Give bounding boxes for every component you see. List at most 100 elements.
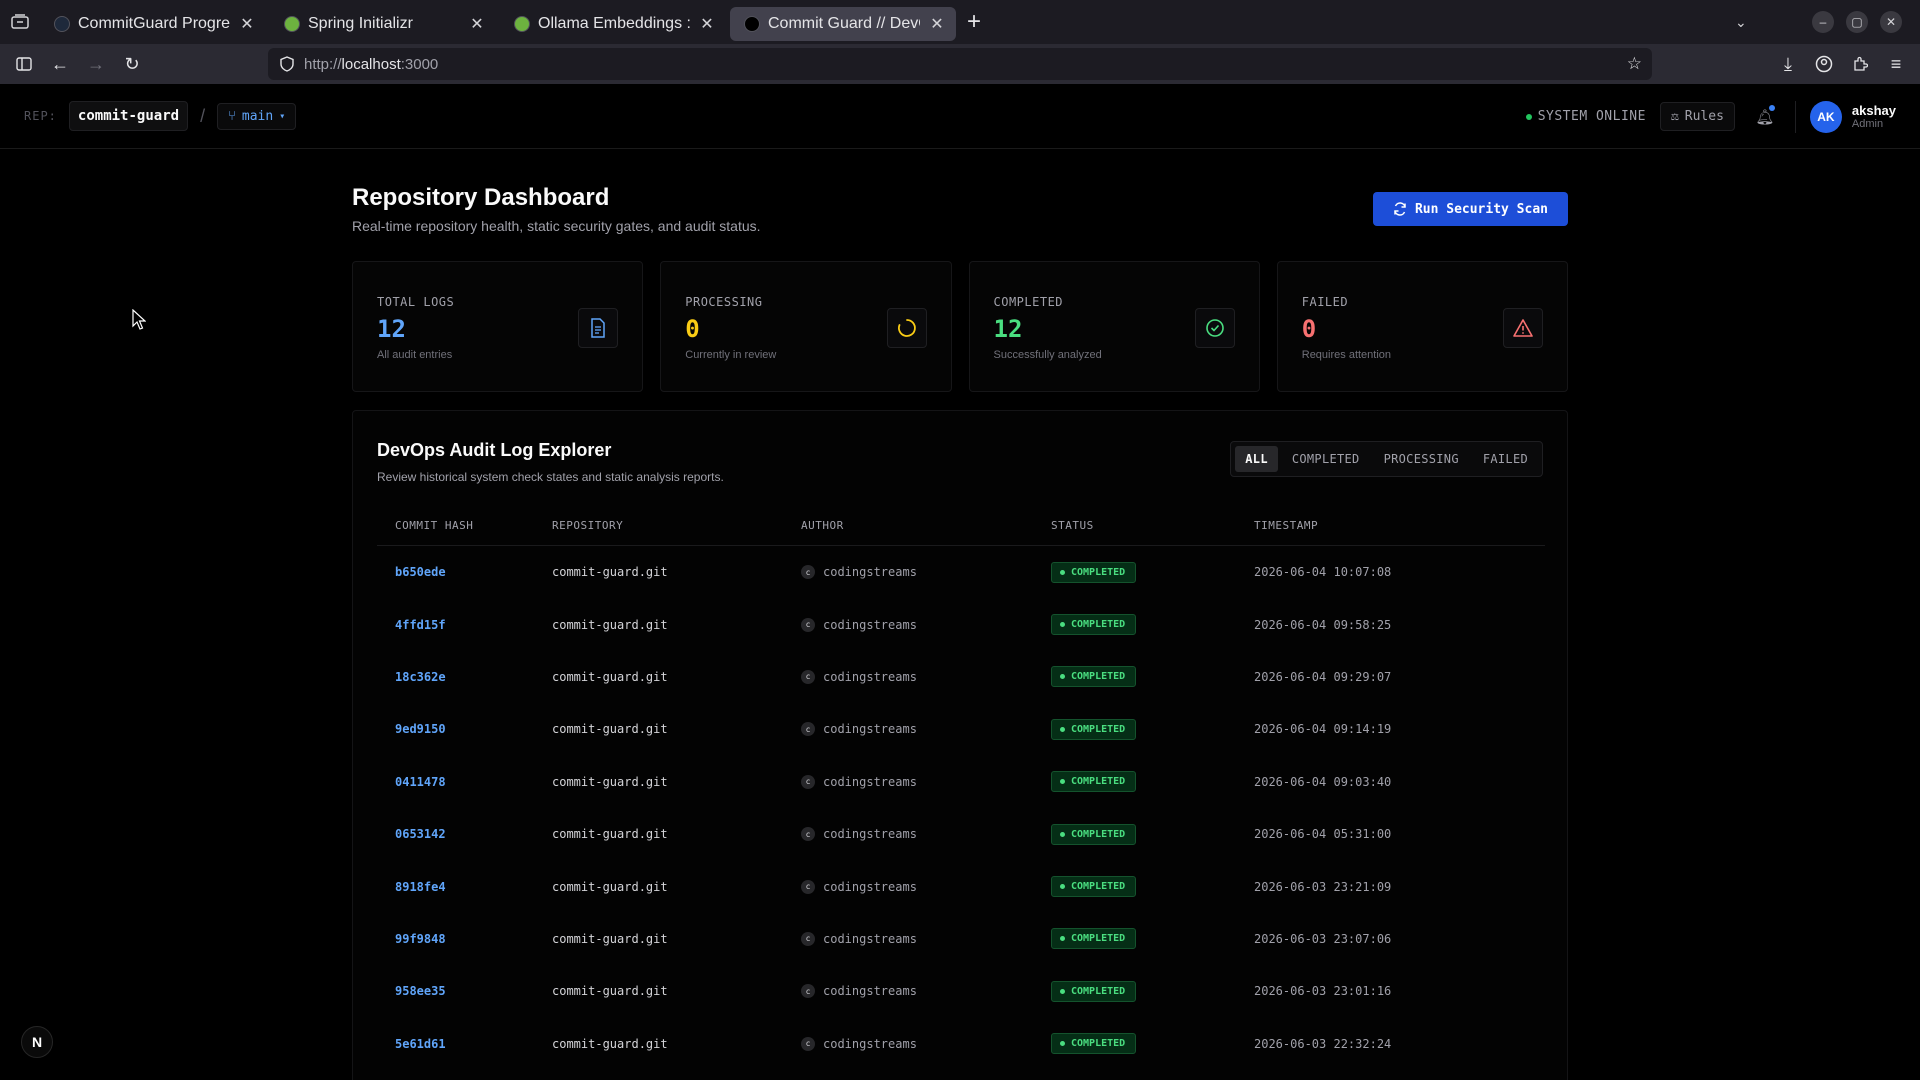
maximize-button[interactable]: ▢ — [1846, 11, 1868, 33]
table-row[interactable]: 18c362e commit-guard.git c codingstreams … — [377, 651, 1545, 703]
commit-hash-link[interactable]: 9ed9150 — [395, 722, 446, 736]
author-name: codingstreams — [823, 984, 917, 999]
commit-hash-link[interactable]: 99f9848 — [395, 932, 446, 946]
status-dot-icon — [1060, 569, 1065, 575]
status-dot-icon — [1060, 936, 1065, 942]
commit-hash-link[interactable]: 5e61d61 — [395, 1037, 446, 1051]
status-dot-icon — [1060, 884, 1065, 890]
stat-label: COMPLETED — [993, 295, 1064, 309]
close-window-button[interactable]: ✕ — [1880, 11, 1902, 33]
bookmark-star-icon[interactable]: ☆ — [1627, 54, 1642, 74]
tab-title: Commit Guard // DevOps — [768, 15, 920, 32]
status-dot-icon — [1060, 988, 1065, 994]
author-cell: c codingstreams — [801, 827, 1051, 842]
table-row[interactable]: 0411478 commit-guard.git c codingstreams … — [377, 756, 1545, 808]
tab-overflow-chevron-icon[interactable]: ⌄ — [1735, 14, 1747, 31]
author-name: codingstreams — [823, 774, 917, 789]
author-cell: c codingstreams — [801, 984, 1051, 999]
sidebar-toggle-icon[interactable] — [6, 46, 42, 82]
tab-close-icon[interactable]: ✕ — [468, 14, 486, 34]
author-cell: c codingstreams — [801, 931, 1051, 946]
url-bar[interactable]: http://localhost:3000 ☆ — [268, 48, 1652, 80]
spinner-icon — [886, 308, 927, 348]
reload-icon[interactable]: ↻ — [114, 46, 150, 82]
commit-hash-link[interactable]: 0653142 — [395, 827, 446, 841]
filter-tab-failed[interactable]: FAILED — [1473, 446, 1538, 472]
app-root: REP: commit-guard / ⑂ main ▾ SYSTEM ONLI… — [0, 84, 1920, 1080]
status-badge: COMPLETED — [1051, 771, 1137, 793]
stat-card-failed: FAILED 0 Requires attention — [1276, 261, 1568, 392]
commit-hash-link[interactable]: b650ede — [395, 565, 446, 579]
timestamp-cell: 2026-06-04 05:31:00 — [1254, 827, 1392, 842]
tab-list-icon[interactable] — [0, 0, 40, 44]
status-badge: COMPLETED — [1051, 980, 1137, 1002]
tab-close-icon[interactable]: ✕ — [238, 14, 256, 34]
commit-hash-link[interactable]: 8918fe4 — [395, 880, 446, 894]
tab-close-icon[interactable]: ✕ — [928, 14, 946, 34]
table-row[interactable]: 9ed9150 commit-guard.git c codingstreams … — [377, 703, 1545, 755]
tab-title: CommitGuard Progress Track — [78, 15, 230, 32]
repository-cell: commit-guard.git — [552, 774, 668, 789]
dev-tools-badge[interactable]: N — [21, 1026, 53, 1058]
tab-close-icon[interactable]: ✕ — [698, 14, 716, 34]
commit-hash-link[interactable]: 0411478 — [395, 775, 446, 789]
commit-hash-link[interactable]: 18c362e — [395, 670, 446, 684]
notifications-bell-icon[interactable]: 🔔︎ — [1749, 101, 1781, 133]
site-info-shield-icon[interactable] — [280, 56, 294, 72]
commit-hash-link[interactable]: 4ffd15f — [395, 618, 446, 632]
commit-hash-link[interactable]: 958ee35 — [395, 984, 446, 998]
timestamp-cell: 2026-06-04 10:07:08 — [1254, 565, 1392, 580]
menu-hamburger-icon[interactable]: ≡ — [1878, 46, 1914, 82]
author-name: codingstreams — [823, 722, 917, 737]
stat-description: All audit entries — [377, 349, 453, 361]
table-row[interactable]: 958ee35 commit-guard.git c codingstreams … — [377, 965, 1545, 1017]
extensions-icon[interactable] — [1842, 46, 1878, 82]
table-row[interactable]: 8918fe4 commit-guard.git c codingstreams … — [377, 860, 1545, 912]
check-circle-icon — [1194, 308, 1235, 348]
table-row[interactable]: 5e61d61 commit-guard.git c codingstreams … — [377, 1018, 1545, 1070]
browser-tab[interactable]: CommitGuard Progress Track ✕ — [40, 7, 266, 41]
forward-arrow-icon[interactable]: → — [78, 46, 114, 82]
new-tab-button[interactable]: + — [956, 4, 992, 40]
browser-tab[interactable]: Spring Initializr ✕ — [270, 7, 496, 41]
system-status: SYSTEM ONLINE — [1525, 109, 1646, 124]
table-row[interactable]: b650ede commit-guard.git c codingstreams … — [377, 546, 1545, 598]
author-name: codingstreams — [823, 617, 917, 632]
repo-selector[interactable]: commit-guard — [68, 101, 189, 131]
table-row[interactable]: 99f9848 commit-guard.git c codingstreams … — [377, 913, 1545, 965]
browser-tab[interactable]: Commit Guard // DevOps ✕ — [730, 7, 956, 41]
author-cell: c codingstreams — [801, 617, 1051, 632]
repository-cell: commit-guard.git — [552, 669, 668, 684]
status-badge: COMPLETED — [1051, 666, 1137, 688]
author-name: codingstreams — [823, 931, 917, 946]
back-arrow-icon[interactable]: ← — [42, 46, 78, 82]
author-cell: c codingstreams — [801, 774, 1051, 789]
filter-tab-processing[interactable]: PROCESSING — [1374, 446, 1469, 472]
table-row[interactable]: 0653142 commit-guard.git c codingstreams … — [377, 808, 1545, 860]
run-security-scan-button[interactable]: Run Security Scan — [1372, 192, 1568, 226]
user-menu[interactable]: AK akshay Admin — [1794, 100, 1896, 133]
repository-cell: commit-guard.git — [552, 722, 668, 737]
browser-nav-bar: ← → ↻ http://localhost:3000 ☆ ⤓ ≡ — [0, 44, 1920, 84]
tab-favicon-icon — [54, 16, 70, 32]
status-filter-tabs: ALL COMPLETED PROCESSING FAILED — [1230, 441, 1543, 477]
downloads-icon[interactable]: ⤓ — [1770, 46, 1806, 82]
account-icon[interactable] — [1806, 46, 1842, 82]
author-avatar: c — [801, 565, 815, 580]
stat-label: FAILED — [1301, 295, 1349, 309]
timestamp-cell: 2026-06-03 23:07:06 — [1254, 931, 1392, 946]
filter-tab-completed[interactable]: COMPLETED — [1282, 446, 1370, 472]
stat-card-total-logs: TOTAL LOGS 12 All audit entries — [352, 261, 644, 392]
author-cell: c codingstreams — [801, 1036, 1051, 1051]
table-row[interactable]: 4ffd15f commit-guard.git c codingstreams … — [377, 598, 1545, 650]
rules-button[interactable]: ⚖ Rules — [1659, 102, 1735, 131]
browser-tab[interactable]: Ollama Embeddings :: Spr ✕ — [500, 7, 726, 41]
author-name: codingstreams — [823, 1036, 917, 1051]
tab-favicon-icon — [744, 16, 760, 32]
column-header: REPOSITORY — [552, 519, 624, 532]
branch-selector[interactable]: ⑂ main ▾ — [217, 102, 297, 130]
minimize-button[interactable]: – — [1812, 11, 1834, 33]
filter-tab-all[interactable]: ALL — [1235, 446, 1278, 472]
column-header: STATUS — [1051, 519, 1094, 532]
stat-label: TOTAL LOGS — [377, 295, 455, 309]
